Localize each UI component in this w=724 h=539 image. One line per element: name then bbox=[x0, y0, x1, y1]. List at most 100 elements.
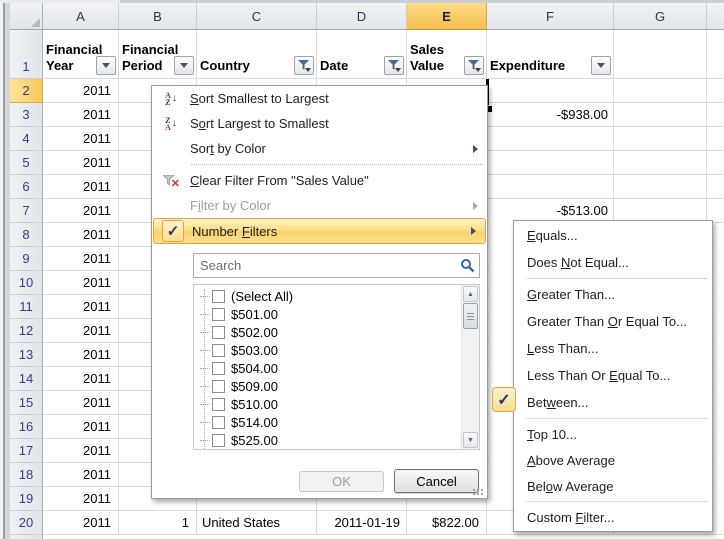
cell-a[interactable]: 2011 bbox=[43, 271, 119, 295]
filter-applied-button-c[interactable] bbox=[294, 56, 314, 75]
cell-g[interactable] bbox=[614, 151, 707, 175]
column-header-d[interactable]: D bbox=[317, 3, 407, 30]
filter-value-item[interactable]: $510.00 bbox=[200, 395, 479, 413]
row-header[interactable]: 8 bbox=[10, 223, 43, 247]
cell-a[interactable]: 2011 bbox=[43, 463, 119, 487]
checkbox[interactable] bbox=[212, 380, 225, 393]
filter-value-item[interactable]: $504.00 bbox=[200, 359, 479, 377]
cell-f[interactable] bbox=[487, 175, 614, 199]
submenu-item-less-than[interactable]: Less Than... bbox=[514, 335, 712, 362]
column-header-f[interactable]: F bbox=[487, 3, 614, 30]
submenu-item-between[interactable]: Between... bbox=[514, 389, 712, 416]
field-header-country[interactable]: Country bbox=[197, 30, 317, 79]
cell-a[interactable]: 2011 bbox=[43, 391, 119, 415]
row-header[interactable]: 11 bbox=[10, 295, 43, 319]
cell-c[interactable]: United States bbox=[197, 511, 317, 535]
checkbox[interactable] bbox=[212, 416, 225, 429]
row-header[interactable]: 20 bbox=[10, 511, 43, 535]
row-header[interactable]: 4 bbox=[10, 127, 43, 151]
row-header[interactable]: 12 bbox=[10, 319, 43, 343]
submenu-item-greater-than[interactable]: Greater Than... bbox=[514, 281, 712, 308]
checkbox[interactable] bbox=[212, 326, 225, 339]
cell-a[interactable]: 2011 bbox=[43, 175, 119, 199]
row-header[interactable]: 2 bbox=[10, 79, 43, 103]
row-header[interactable]: 18 bbox=[10, 463, 43, 487]
submenu-item-below-average[interactable]: Below Average bbox=[514, 473, 712, 499]
submenu-item-above-average[interactable]: Above Average bbox=[514, 447, 712, 473]
row-header[interactable]: 16 bbox=[10, 415, 43, 439]
submenu-item-less-than-or-equal[interactable]: Less Than Or Equal To... bbox=[514, 362, 712, 389]
filter-value-item[interactable]: (Select All) bbox=[200, 287, 479, 305]
row-header[interactable]: 5 bbox=[10, 151, 43, 175]
field-header-sales-value[interactable]: Sales Value bbox=[407, 30, 487, 79]
row-header[interactable]: 3 bbox=[10, 103, 43, 127]
filter-dropdown-button-f[interactable] bbox=[591, 56, 611, 75]
cancel-button[interactable]: Cancel bbox=[394, 469, 479, 493]
column-header-c[interactable]: C bbox=[197, 3, 317, 30]
cell-a[interactable]: 2011 bbox=[43, 295, 119, 319]
search-icon[interactable] bbox=[460, 258, 475, 273]
cell-b[interactable]: 1 bbox=[119, 511, 197, 535]
cell-a[interactable]: 2011 bbox=[43, 439, 119, 463]
field-header-empty-g[interactable] bbox=[614, 30, 707, 79]
row-header[interactable]: 6 bbox=[10, 175, 43, 199]
scroll-up-button[interactable]: ▲ bbox=[463, 286, 478, 302]
row-header[interactable]: 13 bbox=[10, 343, 43, 367]
checkbox[interactable] bbox=[212, 344, 225, 357]
menu-item-sort-largest-to-smallest[interactable]: ZA↓ Sort Largest to Smallest bbox=[152, 111, 487, 136]
row-header[interactable]: 15 bbox=[10, 391, 43, 415]
cell-a[interactable]: 2011 bbox=[43, 511, 119, 535]
list-scrollbar[interactable]: ▲ ▼ bbox=[461, 285, 479, 449]
row-header[interactable]: 19 bbox=[10, 487, 43, 511]
cell-f[interactable] bbox=[487, 79, 614, 103]
row-header[interactable]: 9 bbox=[10, 247, 43, 271]
search-input[interactable] bbox=[194, 254, 479, 277]
checkbox[interactable] bbox=[212, 362, 225, 375]
row-header[interactable]: 14 bbox=[10, 367, 43, 391]
cell-a[interactable]: 2011 bbox=[43, 223, 119, 247]
submenu-item-does-not-equal[interactable]: Does Not Equal... bbox=[514, 249, 712, 276]
filter-dropdown-button-a[interactable] bbox=[96, 56, 116, 75]
cell-d[interactable]: 2011-01-19 bbox=[317, 511, 407, 535]
checkbox[interactable] bbox=[212, 398, 225, 411]
filter-applied-button-e[interactable] bbox=[464, 56, 484, 75]
filter-value-item[interactable]: $509.00 bbox=[200, 377, 479, 395]
scroll-down-button[interactable]: ▼ bbox=[463, 432, 478, 448]
filter-value-item[interactable]: $525.00 bbox=[200, 431, 479, 449]
menu-item-filter-by-color[interactable]: Filter by Color bbox=[152, 193, 487, 218]
cell-a[interactable]: 2011 bbox=[43, 319, 119, 343]
column-header-e-selected[interactable]: E bbox=[407, 3, 487, 30]
filter-value-item[interactable]: $503.00 bbox=[200, 341, 479, 359]
cell-a[interactable]: 2011 bbox=[43, 79, 119, 103]
field-header-date[interactable]: Date bbox=[317, 30, 407, 79]
menu-item-clear-filter[interactable]: ✕ Clear Filter From "Sales Value" bbox=[152, 168, 487, 193]
row-header[interactable]: 17 bbox=[10, 439, 43, 463]
cell-e[interactable]: $822.00 bbox=[407, 511, 487, 535]
cell-a[interactable]: 2011 bbox=[43, 367, 119, 391]
filter-dropdown-button-b[interactable] bbox=[174, 56, 194, 75]
cell-f[interactable]: -$938.00 bbox=[487, 103, 614, 127]
cell-g[interactable] bbox=[614, 175, 707, 199]
checkbox[interactable] bbox=[212, 308, 225, 321]
cell-a[interactable]: 2011 bbox=[43, 247, 119, 271]
row-header[interactable]: 10 bbox=[10, 271, 43, 295]
row-header-1[interactable]: 1 bbox=[10, 30, 43, 79]
submenu-item-custom-filter[interactable]: Custom Filter... bbox=[514, 504, 712, 530]
cell-a[interactable]: 2011 bbox=[43, 103, 119, 127]
column-header-a[interactable]: A bbox=[43, 3, 119, 30]
scrollbar-thumb[interactable] bbox=[463, 303, 478, 329]
cell-g[interactable] bbox=[614, 103, 707, 127]
filter-applied-button-d[interactable] bbox=[384, 56, 404, 75]
cell-f[interactable] bbox=[487, 127, 614, 151]
column-header-g[interactable]: G bbox=[614, 3, 707, 30]
submenu-item-equals[interactable]: Equals... bbox=[514, 222, 712, 249]
ok-button[interactable]: OK bbox=[299, 471, 384, 492]
cell-a[interactable]: 2011 bbox=[43, 127, 119, 151]
filter-value-item[interactable]: $502.00 bbox=[200, 323, 479, 341]
field-header-financial-period[interactable]: Financial Period bbox=[119, 30, 197, 79]
submenu-item-greater-than-or-equal[interactable]: Greater Than Or Equal To... bbox=[514, 308, 712, 335]
row-header[interactable]: 7 bbox=[10, 199, 43, 223]
cell-f[interactable] bbox=[487, 151, 614, 175]
checkbox[interactable] bbox=[212, 290, 225, 303]
cell-a[interactable]: 2011 bbox=[43, 199, 119, 223]
